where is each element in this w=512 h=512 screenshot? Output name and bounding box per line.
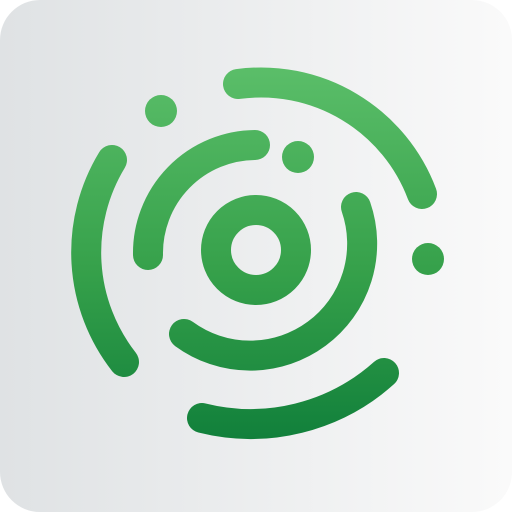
dot-top-left [145,95,177,127]
app-icon[interactable] [0,0,512,512]
dot-right [412,243,444,275]
logo-icon [0,0,512,512]
dot-top-center [282,141,314,173]
